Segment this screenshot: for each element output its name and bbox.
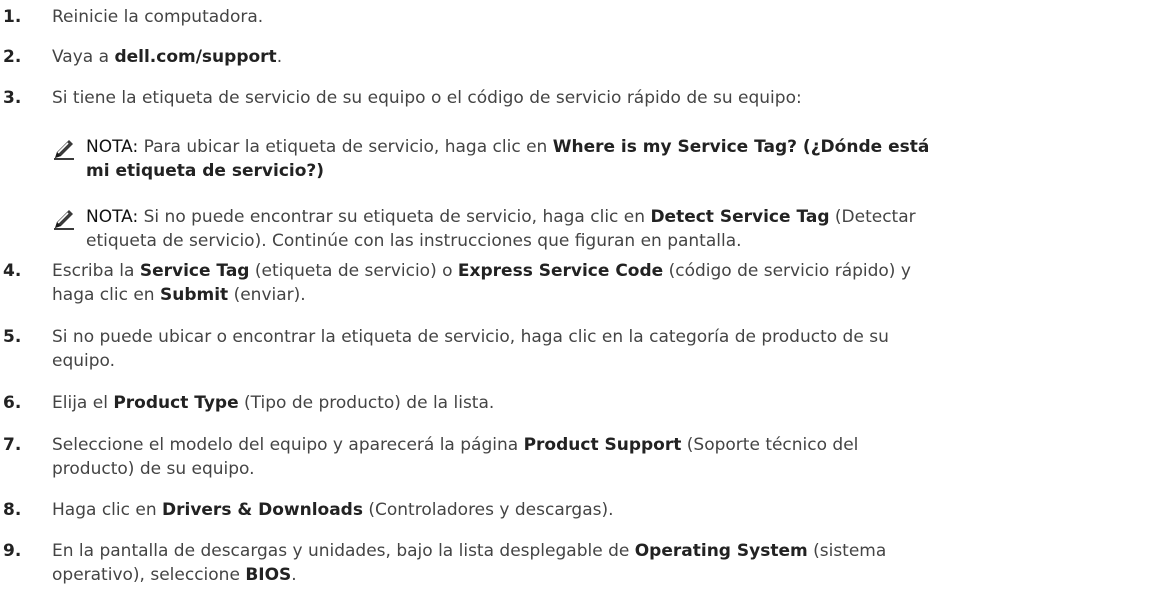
step-text: En la pantalla de descargas y unidades, … [52, 539, 1152, 587]
text-run: Seleccione el modelo del equipo y aparec… [52, 435, 524, 455]
text-run: operativo), seleccione [52, 565, 246, 585]
step-number: 7. [3, 435, 22, 455]
text-run: Where is my Service Tag? (¿Dónde está [552, 137, 930, 157]
step-text: Reinicie la computadora. [52, 5, 1152, 29]
text-run: (Tipo de producto) de la lista. [238, 393, 495, 413]
step-text: Haga clic en Drivers & Downloads (Contro… [52, 498, 1152, 522]
text-run: Product Type [113, 393, 239, 413]
text-run: Elija el [52, 393, 114, 413]
step-number: 3. [3, 88, 22, 108]
text-run: Reinicie la computadora. [52, 7, 264, 27]
step-text: Si no puede ubicar o encontrar la etique… [52, 325, 1152, 373]
text-run: (enviar). [228, 285, 306, 305]
text-run: Escriba la [52, 261, 140, 281]
step-text: Seleccione el modelo del equipo y aparec… [52, 433, 1152, 481]
step-text: Si tiene la etiqueta de servicio de su e… [52, 86, 1152, 110]
note-text: NOTA: Si no puede encontrar su etiqueta … [86, 205, 1146, 253]
text-run: Si no puede encontrar su etiqueta de ser… [138, 207, 651, 227]
text-run: . [276, 47, 283, 67]
step-text: Escriba la Service Tag (etiqueta de serv… [52, 259, 1152, 307]
support-link-text: dell.com/support [114, 47, 277, 67]
text-run: Service Tag [139, 261, 250, 281]
note-label: NOTA: [86, 207, 139, 227]
text-run: Detect Service Tag [650, 207, 830, 227]
text-run: Express Service Code [457, 261, 664, 281]
text-run: producto) de su equipo. [52, 459, 255, 479]
text-run: Si tiene la etiqueta de servicio de su e… [52, 88, 802, 108]
pencil-note-icon [52, 207, 76, 231]
note-text: NOTA: Para ubicar la etiqueta de servici… [86, 135, 1146, 183]
text-run: Submit [160, 285, 229, 305]
text-run: (código de servicio rápido) y [663, 261, 911, 281]
step-number: 9. [3, 541, 22, 561]
text-run: (etiqueta de servicio) o [249, 261, 458, 281]
step-text: Elija el Product Type (Tipo de producto)… [52, 391, 1152, 415]
step-number: 5. [3, 327, 22, 347]
text-run: Haga clic en [52, 500, 162, 520]
note-label: NOTA: [86, 137, 139, 157]
step-number: 4. [3, 261, 22, 281]
text-run: (sistema [807, 541, 887, 561]
text-run: (Controladores y descargas). [362, 500, 614, 520]
text-run: Product Support [523, 435, 682, 455]
step-number: 6. [3, 393, 22, 413]
text-run: Vaya a [52, 47, 115, 67]
text-run: (Detectar [829, 207, 916, 227]
pencil-note-icon [52, 137, 76, 161]
step-number: 1. [3, 7, 22, 27]
text-run: BIOS [245, 565, 292, 585]
text-run: . [291, 565, 297, 585]
text-run: haga clic en [52, 285, 160, 305]
text-run: Para ubicar la etiqueta de servicio, hag… [138, 137, 553, 157]
step-number: 2. [3, 47, 22, 67]
step-text: Vaya a dell.com/support. [52, 45, 1152, 69]
text-run: mi etiqueta de servicio?) [86, 161, 325, 181]
step-number: 8. [3, 500, 22, 520]
text-run: equipo. [52, 351, 116, 371]
text-run: En la pantalla de descargas y unidades, … [52, 541, 635, 561]
text-run: etiqueta de servicio). Continúe con las … [86, 231, 742, 251]
text-run: (Soporte técnico del [681, 435, 859, 455]
text-run: Si no puede ubicar o encontrar la etique… [52, 327, 889, 347]
text-run: Operating System [634, 541, 808, 561]
text-run: Drivers & Downloads [162, 500, 363, 520]
